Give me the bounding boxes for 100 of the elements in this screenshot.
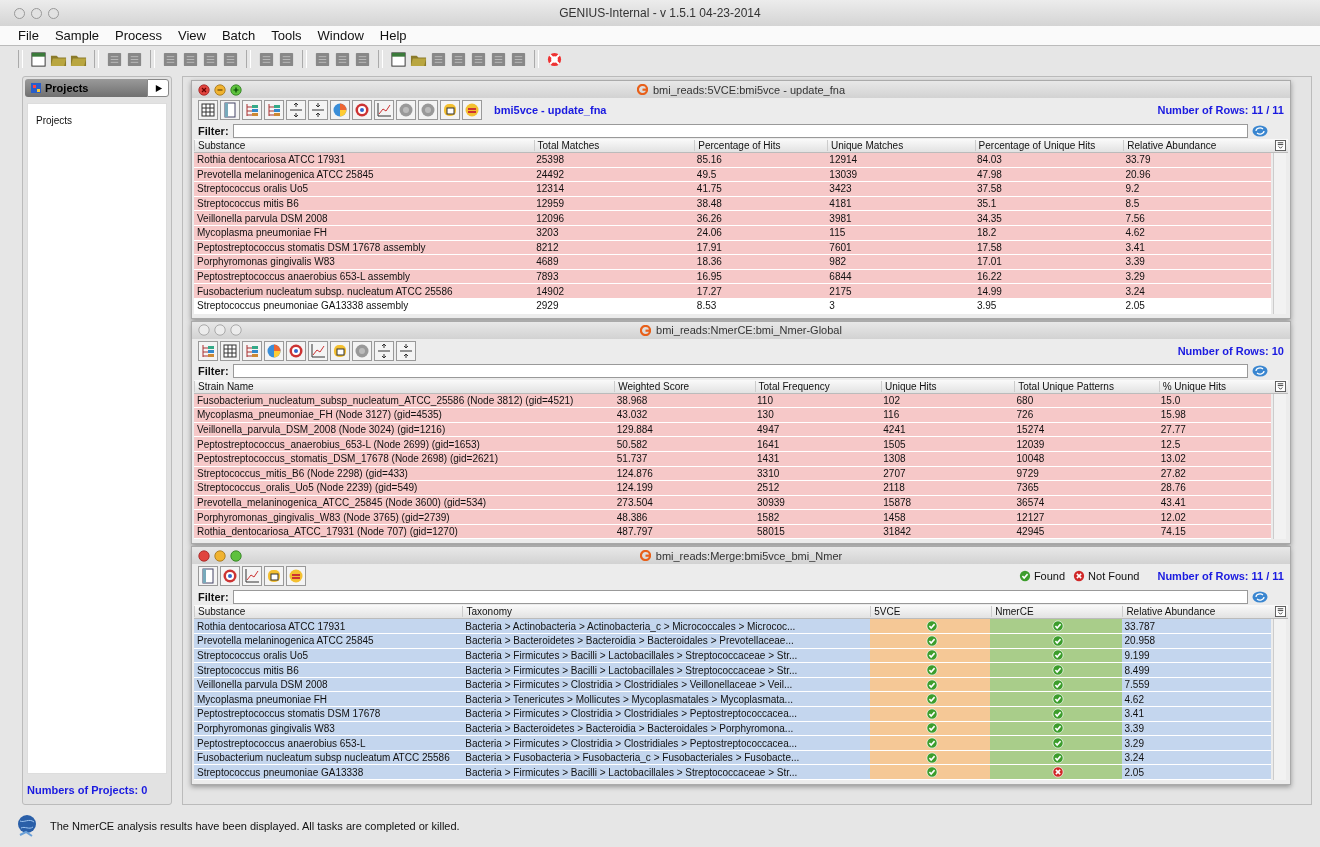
refresh-icon[interactable] — [1252, 590, 1268, 603]
scrollbar[interactable] — [1273, 153, 1286, 314]
pie-chart-icon[interactable] — [330, 100, 350, 120]
table-row[interactable]: Streptococcus mitis B6 Bacteria > Firmicutes > Bacilli > Lactobacillales > Streptococcaceae > Str... 8.499 — [194, 663, 1271, 678]
table-row[interactable]: Prevotella melaninogenica ATCC 25845 Bacteria > Bacteroidetes > Bacteroidia > Bacteroidales > Prevotellaceae... 20.958 — [194, 634, 1271, 649]
column-header[interactable]: Total Unique Patterns — [1014, 380, 1159, 392]
table-cell-text: 47.98 — [975, 168, 1003, 180]
table-row[interactable]: Porphyromonas_gingivalis_W83 (Node 3765) (gid=2739) 48.386 1582 1458 12127 12.02 — [194, 510, 1271, 525]
table-cell-text: 487.797 — [615, 526, 654, 538]
play-button[interactable] — [147, 79, 169, 97]
refresh-icon[interactable] — [1252, 124, 1268, 137]
document-icon[interactable] — [198, 566, 218, 587]
close-button[interactable] — [198, 83, 210, 96]
filter-field[interactable] — [232, 123, 1248, 138]
column-header[interactable]: Percentage of Unique Hits — [974, 140, 1124, 151]
tree-icon[interactable] — [242, 340, 262, 361]
column-chooser-icon[interactable] — [1275, 380, 1286, 392]
table-cell-text: 35.1 — [975, 198, 998, 210]
table-cell-text: 4.62 — [1123, 693, 1145, 705]
column-header[interactable]: Unique Hits — [880, 380, 1015, 392]
table-icon[interactable] — [198, 100, 218, 120]
table-row[interactable]: Porphyromonas gingivalis W83 4689 18.36 982 17.01 3.39 — [194, 255, 1271, 270]
column-header[interactable]: Weighted Score — [614, 380, 755, 392]
column-header[interactable]: Taxonomy — [462, 606, 871, 618]
table-row[interactable]: Veillonella parvula DSM 2008 12096 36.26 3981 34.35 7.56 — [194, 211, 1271, 226]
column-header[interactable]: Relative Abundance — [1122, 606, 1272, 618]
table-cell-text: 12096 — [535, 212, 566, 224]
menu-item[interactable]: Window — [309, 28, 372, 43]
menu-item[interactable]: Tools — [263, 28, 310, 43]
table-row[interactable]: Rothia dentocariosa ATCC 17931 Bacteria > Actinobacteria > Actinobacteria_c > Micrococcales > Micrococ... 33.787 — [194, 619, 1271, 635]
target-icon[interactable] — [352, 100, 372, 120]
projects-tab[interactable]: Projects — [25, 79, 147, 97]
column-chooser-icon[interactable] — [1275, 140, 1286, 151]
target-icon[interactable] — [220, 566, 240, 587]
minimize-button[interactable] — [31, 7, 42, 19]
column-header[interactable]: Total Frequency — [754, 380, 881, 392]
table-cell-text: Streptococcus pneumoniae GA13338 — [196, 766, 365, 778]
collapse-icon[interactable] — [308, 100, 328, 120]
table-icon[interactable] — [220, 340, 240, 361]
expand-icon[interactable] — [374, 340, 394, 361]
table-row[interactable]: Streptococcus pneumoniae GA13338 Bacteria > Firmicutes > Bacilli > Lactobacillales > Streptococcaceae > Str... 2.05 — [194, 765, 1271, 780]
tree-item[interactable]: Projects — [36, 115, 73, 126]
table-row[interactable]: Peptostreptococcus stomatis DSM 17678 Bacteria > Firmicutes > Clostridia > Clostridiales > Peptostreptococcacea... 3.41 — [194, 707, 1271, 722]
table-cell-text: 3.41 — [1123, 708, 1145, 720]
minimize-button[interactable] — [214, 549, 226, 562]
close-button[interactable] — [198, 549, 210, 562]
expand-icon[interactable] — [286, 100, 306, 120]
tree-icon[interactable] — [264, 100, 284, 120]
column-header[interactable]: Total Matches — [533, 140, 695, 151]
filter-field[interactable] — [232, 589, 1248, 604]
scrollbar[interactable] — [1273, 393, 1286, 540]
collapse-icon[interactable] — [396, 340, 416, 361]
refresh-icon[interactable] — [1252, 365, 1268, 378]
window-icon[interactable] — [390, 50, 407, 68]
circle-icon[interactable] — [418, 100, 438, 120]
column-header[interactable]: Percentage of Hits — [694, 140, 827, 151]
table-row[interactable]: Peptostreptococcus_anaerobius_653-L (Node 2699) (gid=1653) 50.582 1641 1505 12039 12.5 — [194, 437, 1271, 452]
zoom-button[interactable] — [230, 549, 242, 562]
column-header[interactable]: Unique Matches — [826, 140, 975, 151]
column-header[interactable]: Substance — [194, 606, 463, 618]
menu-item[interactable]: Help — [371, 28, 415, 43]
menu-item[interactable]: Sample — [46, 28, 108, 43]
table-cell-text: 41.75 — [695, 183, 723, 195]
line-chart-icon[interactable] — [374, 100, 394, 120]
menu-item[interactable]: Batch — [213, 28, 264, 43]
table-row[interactable]: Fusobacterium nucleatum subsp. nucleatum ATCC 25586 14902 17.27 2175 14.99 3.24 — [194, 284, 1271, 299]
column-header[interactable]: Substance — [194, 140, 534, 151]
table-row[interactable]: Mycoplasma_pneumoniae_FH (Node 3127) (gid=4535) 43.032 130 116 726 15.98 — [194, 408, 1271, 423]
line-chart-icon[interactable] — [308, 340, 328, 361]
lifebuoy-icon[interactable] — [546, 50, 563, 68]
menu-item[interactable]: View — [170, 28, 214, 43]
column-header[interactable]: 5VCE — [870, 606, 992, 618]
tree-icon[interactable] — [198, 340, 218, 361]
table-row[interactable]: Mycoplasma pneumoniae FH Bacteria > Tenericutes > Mollicutes > Mycoplasmatales > Mycoplasmata... 4.62 — [194, 692, 1271, 708]
circle-icon[interactable] — [396, 100, 416, 120]
table-row[interactable]: Streptococcus_oralis_Uo5 (Node 2239) (gid=549) 124.199 2512 2118 7365 28.76 — [194, 481, 1271, 496]
menu-item[interactable]: Process — [107, 28, 170, 43]
document-icon[interactable] — [220, 100, 240, 120]
app-icon — [637, 84, 648, 95]
menu-item[interactable]: File — [10, 28, 47, 43]
target-icon[interactable] — [286, 340, 306, 361]
document-icon[interactable] — [106, 50, 123, 68]
pie-chart-icon[interactable] — [264, 340, 284, 361]
scrollbar[interactable] — [1273, 619, 1286, 780]
table-row[interactable]: Streptococcus oralis Uo5 12314 41.75 3423 37.58 9.2 — [194, 182, 1271, 197]
filter-field[interactable] — [232, 364, 1248, 379]
tree-icon[interactable] — [242, 100, 262, 120]
column-header[interactable]: % Unique Hits — [1158, 380, 1272, 392]
window-icon[interactable] — [30, 50, 47, 68]
table-row[interactable]: Rothia dentocariosa ATCC 17931 25398 85.16 12914 84.03 33.79 — [194, 153, 1271, 168]
document-icon[interactable] — [126, 50, 143, 68]
column-header[interactable]: Strain Name — [194, 380, 615, 392]
zoom-button[interactable] — [230, 83, 242, 96]
table-cell-text: 12959 — [535, 198, 566, 210]
column-chooser-icon[interactable] — [1275, 606, 1286, 618]
table-row[interactable]: Peptostreptococcus anaerobius 653-L Bacteria > Firmicutes > Clostridia > Clostridiales > Peptostreptococcacea... 3.29 — [194, 736, 1271, 751]
minimize-button[interactable] — [214, 324, 226, 337]
column-header[interactable]: NmerCE — [991, 606, 1123, 618]
column-header[interactable]: Relative Abundance — [1123, 140, 1272, 151]
line-chart-icon[interactable] — [242, 566, 262, 587]
